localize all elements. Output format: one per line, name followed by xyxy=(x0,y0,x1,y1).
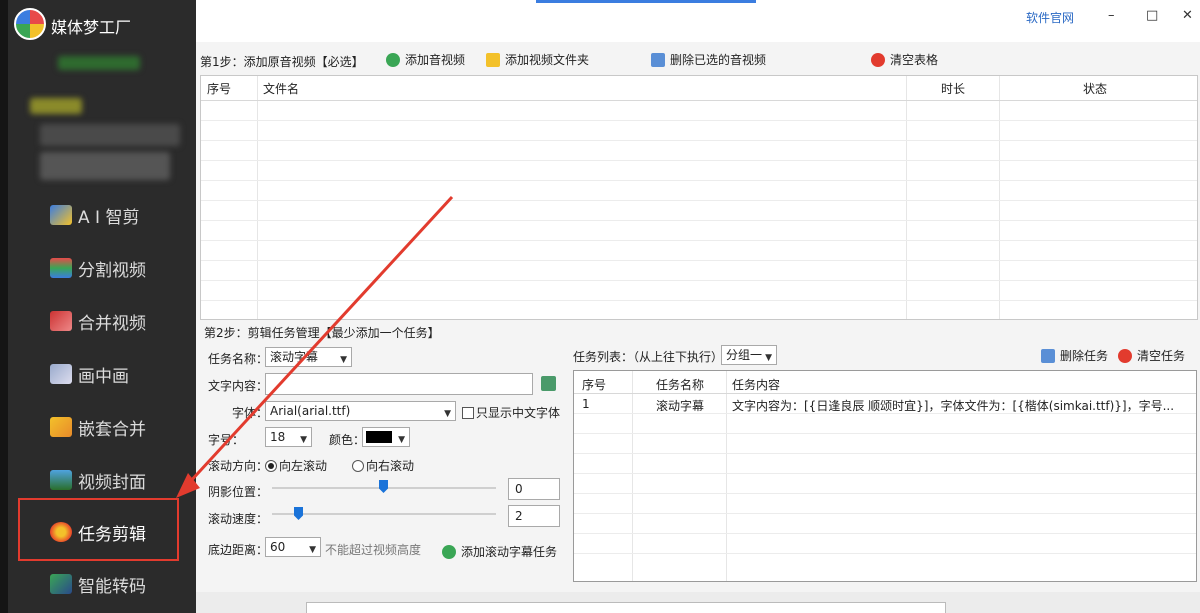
annotation-arrow xyxy=(176,195,454,498)
